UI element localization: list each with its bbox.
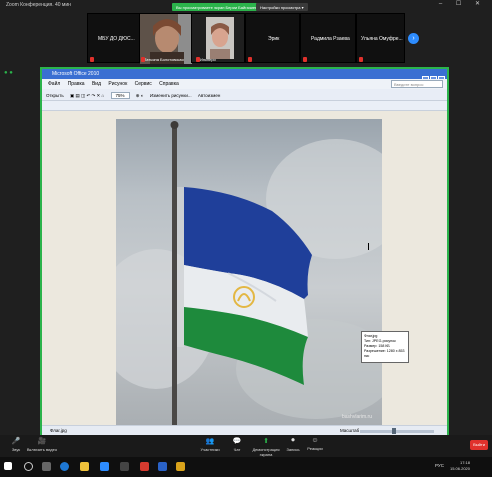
search-icon[interactable]: [24, 462, 33, 471]
windows-start-icon[interactable]: [4, 462, 12, 470]
office-icon[interactable]: [176, 462, 185, 471]
audio-label: Звук: [11, 447, 21, 452]
app-icon[interactable]: [140, 462, 149, 471]
camera-icon: 🎥: [37, 438, 47, 445]
flag-photo: bashvlarim.ru: [96, 119, 406, 426]
window-controls[interactable]: – ☐ ✕: [439, 0, 486, 7]
participant-tile[interactable]: Радмила Рзаева: [300, 13, 356, 63]
open-button[interactable]: Открыть: [46, 93, 64, 98]
window-buttons[interactable]: [421, 70, 445, 83]
edit-picture-button[interactable]: Изменить рисунки...: [150, 93, 192, 98]
participant-name: Эрик: [268, 36, 280, 42]
viewing-share-banner: Вы просматриваете экран Берии Байгазиево…: [172, 3, 266, 11]
participant-name: Радмила Рзаева: [311, 36, 350, 42]
taskbar: РУС 17:18 15.06.2020: [0, 457, 492, 477]
flag-image: [96, 121, 406, 426]
muted-mic-icon: [303, 57, 307, 62]
muted-mic-icon: [196, 57, 200, 62]
participant-tile[interactable]: Татьяна Болотовская: [139, 13, 192, 64]
tooltip-resolution: Разрешение: 1280 x 853 пкс: [364, 349, 405, 358]
muted-mic-icon: [141, 57, 145, 62]
reactions-icon: ☺: [311, 437, 319, 444]
zoom-select[interactable]: 75%: [110, 92, 130, 99]
record-label: Запись: [286, 447, 300, 452]
participant-name: МБУ ДО ДЮС...: [98, 36, 135, 42]
watermark: bashvlarim.ru: [341, 414, 372, 420]
video-button[interactable]: 🎥 Включить видео: [22, 437, 62, 452]
participants-label: Участники: [200, 447, 220, 452]
menu-item-edit[interactable]: Правка: [68, 81, 85, 87]
video-label: Включить видео: [26, 447, 58, 452]
view-options-button[interactable]: Настройки просмотра ▾: [256, 3, 308, 11]
status-filename: Флаг.jpg: [50, 428, 67, 433]
window-title: Microsoft Office 2010: [42, 69, 447, 79]
toolbar: Открыть ▣ ▤ ◫ ↶ ↷ ✕ ⌂ 75% ⊕ ◐ Изменить р…: [42, 89, 447, 101]
reactions-label: Реакции: [307, 446, 323, 451]
shield-icon: ● ●: [4, 70, 13, 76]
word-icon[interactable]: [158, 462, 167, 471]
status-bar: Флаг.jpg Масштаб: [42, 425, 447, 435]
zoom-icons[interactable]: ⊕ ◐: [136, 93, 144, 98]
menu-item-picture[interactable]: Рисунок: [108, 81, 127, 87]
participant-name: Ульяна Омуфре...: [361, 36, 403, 42]
app-title: Zoom Конференция. 40 мин: [6, 2, 71, 8]
menu-bar: Файл Правка Вид Рисунок Сервис Справка: [42, 79, 447, 89]
reactions-button[interactable]: ☺ Реакции: [299, 437, 331, 451]
participant-tile[interactable]: МБУ ДО ДЮС...: [87, 13, 140, 63]
help-search-input[interactable]: Введите вопрос: [391, 80, 443, 88]
menu-item-help[interactable]: Справка: [159, 81, 179, 87]
task-view-icon[interactable]: [42, 462, 51, 471]
zoom-slider[interactable]: [360, 428, 434, 434]
participant-name: Татьяна Болотовская: [144, 57, 184, 62]
meeting-controls: 🎤 Звук 🎥 Включить видео 👥 Участники 💬 Ча…: [0, 435, 492, 457]
shared-screen: Microsoft Office 2010 Файл Правка Вид Ри…: [40, 67, 449, 435]
participant-tile[interactable]: Инкпери: [191, 13, 245, 63]
participant-name: Инкпери: [200, 57, 216, 62]
language-indicator[interactable]: РУС: [435, 463, 444, 468]
muted-mic-icon: [248, 57, 252, 62]
edge-icon[interactable]: [60, 462, 69, 471]
muted-mic-icon: [359, 57, 363, 62]
clock[interactable]: 17:18 15.06.2020: [450, 460, 470, 472]
mouse-cursor-icon: [368, 243, 372, 250]
menu-item-view[interactable]: Вид: [92, 81, 101, 87]
muted-mic-icon: [90, 57, 94, 62]
clock-date: 15.06.2020: [449, 466, 470, 471]
next-page-button[interactable]: ›: [408, 33, 419, 44]
participant-tile[interactable]: Ульяна Омуфре...: [356, 13, 405, 63]
toolbar-icons[interactable]: ▣ ▤ ◫ ↶ ↷ ✕ ⌂: [70, 93, 104, 98]
secondary-toolbar: [42, 101, 447, 111]
menu-item-file[interactable]: Файл: [48, 81, 60, 87]
picture-viewer: bashvlarim.ru: [42, 111, 447, 426]
autocorrect-button[interactable]: Автоизмен: [198, 93, 220, 98]
participant-video: [206, 17, 234, 59]
zoom-label: Масштаб: [340, 428, 360, 433]
store-icon[interactable]: [120, 462, 129, 471]
file-info-tooltip: Флаг.jpg Тип: JPEG-рисунок Размер: 158 К…: [361, 331, 409, 363]
zoom-app-icon[interactable]: [100, 462, 109, 471]
share-screen-label: Демонстрация экрана: [252, 447, 280, 457]
participant-tile[interactable]: Эрик: [245, 13, 300, 63]
menu-item-tools[interactable]: Сервис: [135, 81, 152, 87]
chat-label: Чат: [233, 447, 241, 452]
leave-meeting-button[interactable]: Выйти: [470, 440, 488, 450]
explorer-icon[interactable]: [80, 462, 89, 471]
zoom-slider-thumb[interactable]: [392, 428, 396, 434]
